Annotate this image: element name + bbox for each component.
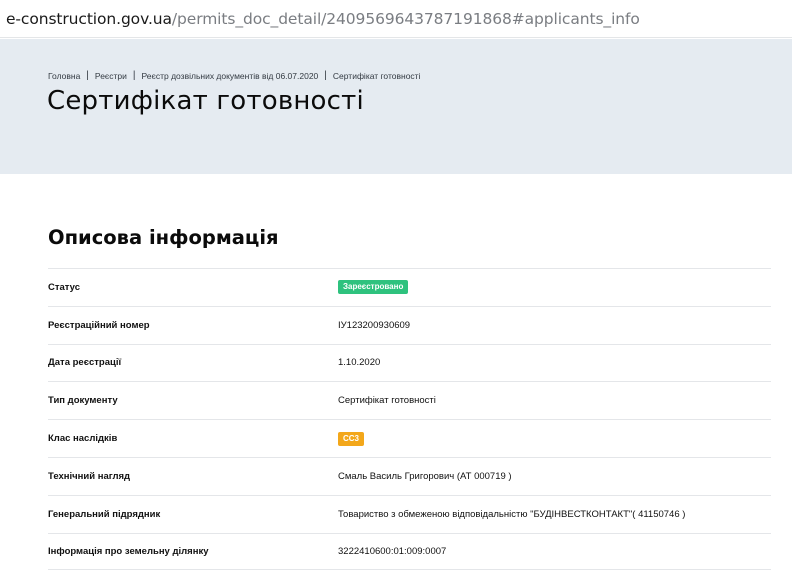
row-label: Тип документу [48, 395, 118, 407]
table-row-technical-supervision: Технічний нагляд Смаль Василь Григорович… [48, 456, 771, 495]
info-table: Статус Зареєстровано Реєстраційний номер… [48, 268, 771, 571]
section-title: Описова інформація [48, 226, 279, 249]
row-label: Статус [48, 281, 81, 293]
breadcrumb-separator: | [324, 70, 327, 81]
breadcrumb-current: Сертифікат готовності [332, 70, 421, 81]
table-row-consequence-class: Клас наслідків СС3 [48, 419, 771, 457]
breadcrumb-home-link[interactable]: Головна [48, 71, 80, 81]
page-title: Сертифікат готовності [47, 86, 364, 116]
url-host: e-construction.gov.ua [6, 9, 172, 28]
table-row-document-type: Тип документу Сертифікат готовності [48, 381, 771, 419]
row-value: 1.10.2020 [338, 357, 381, 369]
table-row-registration-date: Дата реєстрації 1.10.2020 [48, 343, 771, 382]
row-label: Інформація про земельну ділянку [48, 545, 209, 557]
row-value: ІУ123200930609 [338, 319, 411, 331]
breadcrumb: Головна | Реєстри | Реєстр дозвільних до… [48, 70, 420, 81]
table-row-land-plot-info: Інформація про земельну ділянку 32224106… [48, 532, 771, 571]
url-path: /permits_doc_detail/2409569643787191868#… [171, 9, 640, 28]
row-value: СС3 [338, 431, 365, 446]
row-label: Клас наслідків [48, 433, 118, 445]
breadcrumb-permits-registry-link[interactable]: Реєстр дозвільних документів від 06.07.2… [142, 71, 319, 81]
breadcrumb-separator: | [132, 70, 136, 81]
address-bar[interactable]: e-construction.gov.ua/permits_doc_detail… [0, 0, 792, 38]
row-value: Товариство з обмеженою відповідальністю … [338, 508, 686, 520]
row-value: Смаль Василь Григорович (АТ 000719 ) [338, 470, 512, 482]
breadcrumb-registries-link[interactable]: Реєстри [95, 71, 127, 81]
row-value: 3222410600:01:009:0007 [338, 545, 447, 557]
table-row-status: Статус Зареєстровано [48, 268, 771, 306]
row-value: Зареєстровано [338, 280, 409, 295]
breadcrumb-separator: | [86, 70, 89, 81]
row-label: Технічний нагляд [48, 470, 131, 482]
table-row-general-contractor: Генеральний підрядник Товариство з обмеж… [48, 494, 771, 533]
status-badge: Зареєстровано [338, 280, 409, 295]
class-badge: СС3 [338, 431, 365, 446]
row-label: Дата реєстрації [48, 357, 122, 369]
row-label: Генеральний підрядник [48, 508, 161, 520]
row-value: Сертифікат готовності [338, 395, 436, 407]
row-label: Реєстраційний номер [48, 319, 150, 331]
table-row-registration-number: Реєстраційний номер ІУ123200930609 [48, 305, 771, 344]
